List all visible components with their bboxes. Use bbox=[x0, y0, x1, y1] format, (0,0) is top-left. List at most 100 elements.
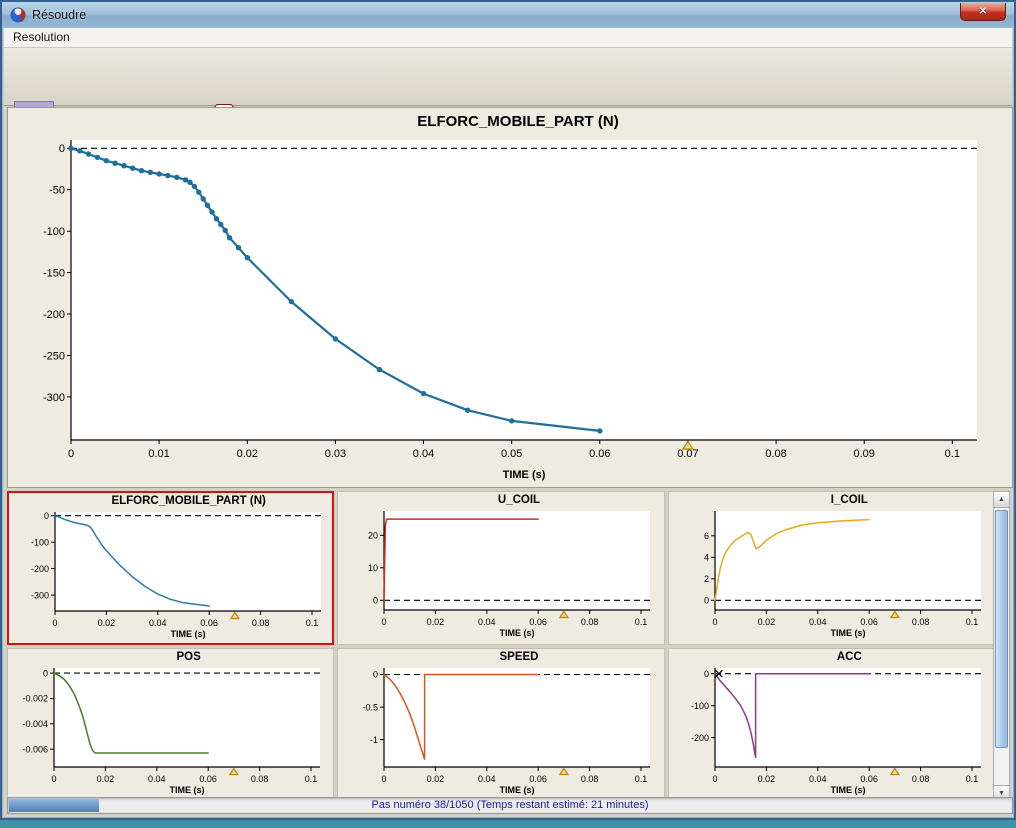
svg-text:0.02: 0.02 bbox=[237, 448, 258, 460]
small-chart-ucoil-cell[interactable]: U_COIL 0102000.020.040.060.080.1TIME (s) bbox=[337, 491, 664, 645]
small-chart-speed-title: SPEED bbox=[356, 651, 664, 663]
small-chart-elforc-title: ELFORC_MOBILE_PART (N) bbox=[27, 495, 334, 507]
svg-text:-200: -200 bbox=[691, 733, 709, 743]
svg-text:0.07: 0.07 bbox=[677, 448, 698, 460]
scroll-down-icon: ▼ bbox=[998, 790, 1005, 797]
svg-text:0.02: 0.02 bbox=[427, 617, 445, 627]
svg-text:-0.006: -0.006 bbox=[22, 744, 48, 754]
svg-text:-300: -300 bbox=[43, 392, 65, 404]
scrollbar-up-button[interactable]: ▲ bbox=[994, 492, 1009, 508]
svg-text:0.02: 0.02 bbox=[427, 774, 445, 784]
svg-text:0.02: 0.02 bbox=[757, 774, 775, 784]
svg-text:-200: -200 bbox=[31, 564, 49, 574]
svg-text:TIME (s): TIME (s) bbox=[500, 628, 535, 638]
svg-text:TIME (s): TIME (s) bbox=[170, 785, 205, 795]
svg-text:20: 20 bbox=[368, 531, 378, 541]
small-chart-pos-title: POS bbox=[26, 651, 334, 663]
svg-text:-150: -150 bbox=[43, 267, 65, 279]
svg-text:0.1: 0.1 bbox=[965, 617, 978, 627]
svg-text:10: 10 bbox=[368, 563, 378, 573]
svg-text:0: 0 bbox=[59, 143, 65, 155]
main-chart: 0-50-100-150-200-250-30000.010.020.030.0… bbox=[9, 130, 1011, 482]
svg-text:0.1: 0.1 bbox=[305, 774, 318, 784]
app-window: Résoudre ✕ Resolution bbox=[0, 0, 1016, 820]
scroll-up-icon: ▲ bbox=[998, 496, 1005, 503]
toolbar: STOP bbox=[4, 48, 1012, 106]
svg-text:-0.5: -0.5 bbox=[363, 702, 379, 712]
svg-text:0.06: 0.06 bbox=[589, 448, 610, 460]
svg-text:0.04: 0.04 bbox=[149, 618, 167, 628]
svg-text:0: 0 bbox=[43, 668, 48, 678]
svg-text:0.08: 0.08 bbox=[581, 774, 599, 784]
svg-text:0.06: 0.06 bbox=[860, 617, 878, 627]
app-icon bbox=[10, 7, 26, 23]
svg-text:0.1: 0.1 bbox=[635, 774, 648, 784]
svg-text:0: 0 bbox=[44, 511, 49, 521]
svg-text:-100: -100 bbox=[43, 226, 65, 238]
svg-text:0: 0 bbox=[51, 774, 56, 784]
small-chart-icoil-cell[interactable]: I_COIL 024600.020.040.060.080.1TIME (s) bbox=[668, 491, 995, 645]
small-chart-icoil: 024600.020.040.060.080.1TIME (s) bbox=[669, 506, 991, 640]
status-bar: Pas numéro 38/1050 (Temps restant estimé… bbox=[7, 797, 1013, 814]
small-chart-ucoil: 0102000.020.040.060.080.1TIME (s) bbox=[338, 506, 660, 640]
svg-text:0.04: 0.04 bbox=[148, 774, 166, 784]
svg-text:0.08: 0.08 bbox=[251, 774, 269, 784]
svg-text:0.02: 0.02 bbox=[757, 617, 775, 627]
small-charts-grid: ELFORC_MOBILE_PART (N) 0-100-200-30000.0… bbox=[7, 491, 995, 802]
small-chart-elforc: 0-100-200-30000.020.040.060.080.1TIME (s… bbox=[9, 507, 331, 641]
svg-text:0: 0 bbox=[382, 774, 387, 784]
svg-text:0: 0 bbox=[373, 670, 378, 680]
small-chart-speed-cell[interactable]: SPEED 0-0.5-100.020.040.060.080.1TIME (s… bbox=[337, 648, 664, 802]
scrollbar[interactable]: ▲ ▼ bbox=[993, 491, 1010, 802]
svg-text:-0.002: -0.002 bbox=[22, 694, 48, 704]
menu-resolution[interactable]: Resolution bbox=[4, 28, 79, 46]
svg-text:0.1: 0.1 bbox=[945, 448, 960, 460]
svg-text:0.1: 0.1 bbox=[306, 618, 319, 628]
svg-text:2: 2 bbox=[704, 574, 709, 584]
svg-text:0.04: 0.04 bbox=[809, 774, 827, 784]
svg-text:0: 0 bbox=[382, 617, 387, 627]
menu-bar: Resolution bbox=[4, 28, 1012, 48]
svg-text:0.04: 0.04 bbox=[413, 448, 434, 460]
svg-text:0.03: 0.03 bbox=[325, 448, 346, 460]
small-chart-pos: 0 -0.002 -0.004 -0.006 0 0.02 0.04 0.06 0.08 0.1 T… bbox=[8, 663, 330, 797]
svg-text:0: 0 bbox=[52, 618, 57, 628]
svg-text:0.04: 0.04 bbox=[809, 617, 827, 627]
small-chart-ucoil-title: U_COIL bbox=[356, 494, 664, 506]
main-chart-title: ELFORC_MOBILE_PART (N) bbox=[16, 108, 1016, 130]
small-chart-elforc-cell[interactable]: ELFORC_MOBILE_PART (N) 0-100-200-30000.0… bbox=[7, 491, 334, 645]
svg-text:TIME (s): TIME (s) bbox=[171, 629, 206, 639]
svg-text:0.06: 0.06 bbox=[530, 617, 548, 627]
svg-text:0.1: 0.1 bbox=[965, 774, 978, 784]
svg-text:0: 0 bbox=[712, 617, 717, 627]
svg-text:0.04: 0.04 bbox=[478, 774, 496, 784]
svg-text:0: 0 bbox=[704, 669, 709, 679]
small-chart-acc-title: ACC bbox=[687, 651, 995, 663]
svg-text:0.06: 0.06 bbox=[200, 618, 218, 628]
small-chart-pos-cell[interactable]: POS 0 -0.002 -0.004 -0.006 0 0.02 0.04 0.06 0.08… bbox=[7, 648, 334, 802]
svg-text:4: 4 bbox=[704, 552, 709, 562]
small-chart-speed: 0-0.5-100.020.040.060.080.1TIME (s) bbox=[338, 663, 660, 797]
svg-text:0: 0 bbox=[373, 596, 378, 606]
svg-text:0.04: 0.04 bbox=[478, 617, 496, 627]
window-title: Résoudre bbox=[32, 8, 86, 22]
small-chart-acc: 0-100-20000.020.040.060.080.1TIME (s) bbox=[669, 663, 991, 797]
svg-text:6: 6 bbox=[704, 531, 709, 541]
svg-text:-0.004: -0.004 bbox=[22, 719, 48, 729]
small-chart-acc-cell[interactable]: ACC 0-100-20000.020.040.060.080.1TIME (s… bbox=[668, 648, 995, 802]
svg-text:0.02: 0.02 bbox=[97, 774, 115, 784]
svg-text:0.06: 0.06 bbox=[860, 774, 878, 784]
svg-text:-250: -250 bbox=[43, 350, 65, 362]
svg-text:0.08: 0.08 bbox=[581, 617, 599, 627]
svg-text:0.05: 0.05 bbox=[501, 448, 522, 460]
close-icon: ✕ bbox=[979, 6, 987, 17]
svg-text:0: 0 bbox=[712, 774, 717, 784]
scrollbar-thumb[interactable] bbox=[995, 510, 1008, 748]
svg-text:0.09: 0.09 bbox=[853, 448, 874, 460]
svg-text:0.06: 0.06 bbox=[530, 774, 548, 784]
close-button[interactable]: ✕ bbox=[960, 3, 1006, 21]
titlebar[interactable]: Résoudre ✕ bbox=[2, 2, 1014, 28]
svg-text:-100: -100 bbox=[31, 537, 49, 547]
svg-text:0.06: 0.06 bbox=[199, 774, 217, 784]
svg-text:TIME (s): TIME (s) bbox=[830, 785, 865, 795]
